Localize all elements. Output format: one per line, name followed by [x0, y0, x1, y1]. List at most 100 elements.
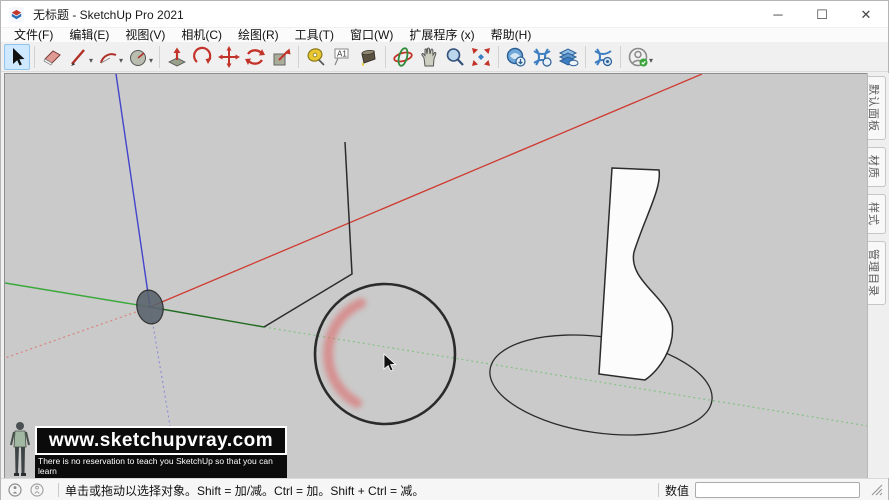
push-pull-icon [166, 46, 188, 68]
move-icon [218, 46, 240, 68]
pencil-icon [67, 46, 89, 68]
sketchup-logo-icon [9, 7, 24, 22]
scale-tool[interactable] [268, 44, 294, 70]
origin-face[interactable] [134, 288, 167, 327]
highlight-arc [328, 303, 361, 403]
tray-tab-strip: 默认面板 材质 样式 管理目录 [867, 73, 889, 478]
account-icon [627, 46, 649, 68]
measurements-input[interactable] [695, 482, 860, 498]
watermark-site: www.sketchupvray.com [49, 430, 273, 452]
minimize-button[interactable]: ─ [756, 1, 800, 28]
shapes-tool[interactable] [125, 44, 151, 70]
arc-tool[interactable] [95, 44, 121, 70]
arc-icon [97, 46, 119, 68]
menu-bar: 文件(F) 编辑(E) 视图(V) 相机(C) 绘图(R) 工具(T) 窗口(W… [1, 28, 888, 42]
axis-green-dotted [264, 327, 867, 426]
pan-tool[interactable] [416, 44, 442, 70]
watermark-banner: www.sketchupvray.com [35, 426, 287, 455]
zoom-extents-icon [470, 46, 492, 68]
tape-measure-tool[interactable] [303, 44, 329, 70]
scale-icon [270, 46, 292, 68]
menu-camera[interactable]: 相机(C) [173, 28, 230, 42]
menu-view[interactable]: 视图(V) [117, 28, 173, 42]
menu-extensions[interactable]: 扩展程序 (x) [401, 28, 482, 42]
move-tool[interactable] [216, 44, 242, 70]
axis-green-edge [150, 307, 264, 327]
tray-tab-default-panel[interactable]: 默认面板 [868, 76, 886, 140]
toolbar: ▾ ▾ ▾ [1, 42, 888, 72]
arc-dropdown-caret[interactable]: ▾ [119, 56, 123, 65]
rotate-icon [244, 46, 266, 68]
menu-window[interactable]: 窗口(W) [342, 28, 401, 42]
menu-file[interactable]: 文件(F) [6, 28, 61, 42]
text-icon: A1 [331, 46, 353, 68]
extension-warehouse-tool[interactable] [590, 44, 616, 70]
eraser-tool[interactable] [39, 44, 65, 70]
scale-figure [7, 421, 34, 478]
status-divider [58, 483, 59, 497]
pan-hand-icon [418, 46, 440, 68]
axis-blue-solid [116, 74, 150, 307]
watermark-tagline: There is no reservation to teach you Ske… [35, 455, 287, 478]
menu-help[interactable]: 帮助(H) [483, 28, 540, 42]
zoom-tool[interactable] [442, 44, 468, 70]
shapes-dropdown-caret[interactable]: ▾ [149, 56, 153, 65]
close-button[interactable]: ✕ [844, 1, 888, 28]
follow-me-icon [192, 46, 214, 68]
edge-polyline[interactable] [264, 142, 352, 327]
tray-tab-outliner[interactable]: 管理目录 [868, 241, 886, 305]
tray-tab-styles[interactable]: 样式 [868, 194, 886, 234]
vase-shape[interactable] [599, 168, 673, 380]
toolbar-separator [585, 46, 586, 68]
layers-stack-icon [557, 46, 579, 68]
eraser-icon [41, 46, 63, 68]
orbit-icon [392, 46, 414, 68]
select-tool[interactable] [4, 44, 30, 70]
share-model-icon [531, 46, 553, 68]
3d-warehouse-icon [505, 46, 527, 68]
menu-tools[interactable]: 工具(T) [287, 28, 342, 42]
3d-warehouse-tool[interactable] [503, 44, 529, 70]
circle-shape-icon [127, 46, 149, 68]
tape-measure-icon [305, 46, 327, 68]
account-dropdown-caret[interactable]: ▾ [649, 56, 653, 65]
rotate-tool[interactable] [242, 44, 268, 70]
drawing-viewport[interactable]: www.sketchupvray.com There is no reserva… [4, 73, 867, 478]
orbit-tool[interactable] [390, 44, 416, 70]
components-tool[interactable] [555, 44, 581, 70]
window-title: 无标题 - SketchUp Pro 2021 [33, 6, 184, 23]
tray-tab-materials[interactable]: 材质 [868, 147, 886, 187]
axis-green-solid [5, 283, 150, 307]
menu-edit[interactable]: 编辑(E) [61, 28, 117, 42]
extension-warehouse-icon [592, 46, 614, 68]
paint-bucket-icon [357, 46, 379, 68]
toolbar-separator [498, 46, 499, 68]
toolbar-separator [34, 46, 35, 68]
credits-icon[interactable] [30, 483, 44, 497]
toolbar-separator [620, 46, 621, 68]
status-hint-text: 单击或拖动以选择对象。Shift = 加/减。Ctrl = 加。Shift + … [65, 482, 424, 499]
status-divider [658, 483, 659, 497]
maximize-button[interactable]: ☐ [800, 1, 844, 28]
share-model-tool[interactable] [529, 44, 555, 70]
select-arrow-icon [6, 46, 28, 68]
menu-draw[interactable]: 绘图(R) [230, 28, 287, 42]
text-tool[interactable]: A1 [329, 44, 355, 70]
magnifier-icon [444, 46, 466, 68]
follow-me-tool[interactable] [190, 44, 216, 70]
line-tool[interactable] [65, 44, 91, 70]
push-pull-tool[interactable] [164, 44, 190, 70]
resize-grip[interactable] [870, 483, 884, 497]
model-scene [5, 74, 867, 478]
mouse-cursor [383, 353, 397, 373]
status-bar: 单击或拖动以选择对象。Shift = 加/减。Ctrl = 加。Shift + … [1, 478, 888, 500]
account-tool[interactable] [625, 44, 651, 70]
zoom-extents-tool[interactable] [468, 44, 494, 70]
paint-bucket-tool[interactable] [355, 44, 381, 70]
measurements-label: 数值 [665, 482, 689, 499]
geolocation-icon[interactable] [8, 483, 22, 497]
axis-red-dotted [5, 307, 150, 358]
line-dropdown-caret[interactable]: ▾ [89, 56, 93, 65]
svg-text:A1: A1 [337, 49, 347, 58]
toolbar-separator [385, 46, 386, 68]
